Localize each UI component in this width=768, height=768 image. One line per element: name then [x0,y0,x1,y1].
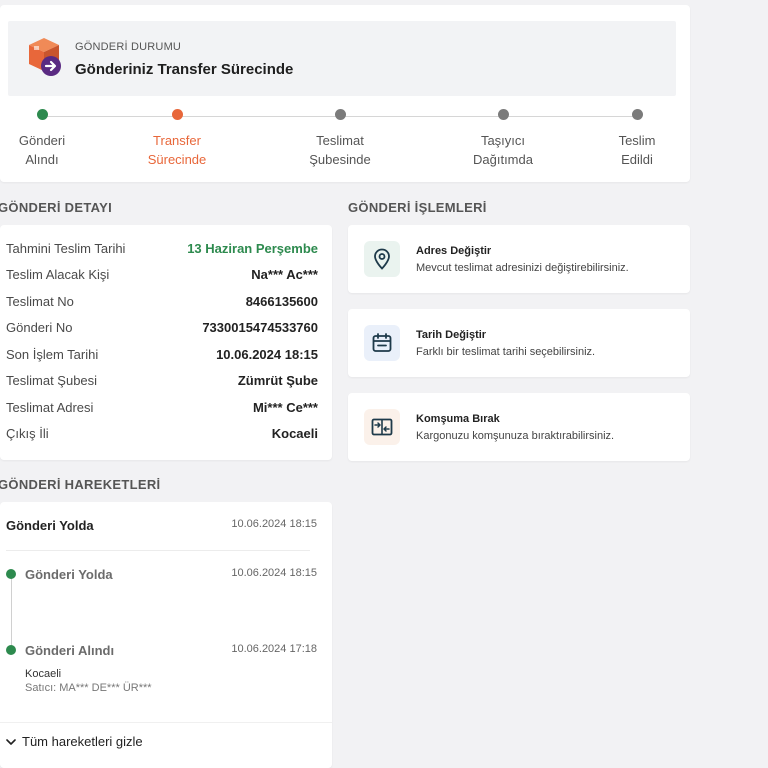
latest-move-title: Gönderi Yolda [6,518,94,533]
action-icon-box [364,409,400,445]
detail-value: 10.06.2024 18:15 [216,347,318,362]
detail-row: Son İşlem Tarihi 10.06.2024 18:15 [6,347,318,365]
detail-row: Teslimat No 8466135600 [6,294,318,312]
action-desc: Kargonuzu komşunuza bıraktırabilirsiniz. [416,430,615,442]
detail-value: 7330015474533760 [202,320,318,335]
action-title: Tarih Değiştir [416,329,487,341]
detail-value: Kocaeli [271,426,318,441]
detail-row: Teslimat Şubesi Zümrüt Şube [6,373,318,391]
detail-value: Na*** Ac*** [251,267,318,282]
shipment-status-card: GÖNDERİ DURUMU Gönderiniz Transfer Sürec… [0,5,690,182]
latest-move-time: 10.06.2024 18:15 [231,518,317,530]
detail-card: Tahmini Teslim Tarihi 13 Haziran Perşemb… [0,225,332,460]
detail-key: Teslimat Şubesi [6,373,98,388]
detail-key: Teslimat No [6,294,74,309]
step-delivered: Teslim Edildi [572,109,702,169]
detail-key: Son İşlem Tarihi [6,347,99,362]
detail-key: Çıkış İli [6,426,49,441]
detail-key: Tahmini Teslim Tarihi [6,241,126,256]
leave-with-neighbor-button[interactable]: Komşuma Bırak Kargonuzu komşunuza bırakt… [348,393,690,461]
status-heading: Gönderiniz Transfer Sürecinde [75,61,294,78]
step-label: Transfer Sürecinde [147,133,207,167]
action-title: Komşuma Bırak [416,413,500,425]
action-desc: Mevcut teslimat adresinizi değiştirebili… [416,262,629,274]
detail-key: Teslimat Adresi [6,400,94,415]
step-dot [36,109,48,120]
neighbor-swap-icon [371,418,393,436]
move-seller: Satıcı: MA*** DE*** ÜR*** [25,682,152,694]
divider [6,550,310,551]
move-time: 10.06.2024 18:15 [231,567,317,579]
step-label: Teslimat Şubesinde [309,133,371,167]
change-address-button[interactable]: Adres Değiştir Mevcut teslimat adresiniz… [348,225,690,293]
status-caption: GÖNDERİ DURUMU [75,41,182,53]
box-arrow-icon [29,38,61,76]
step-dot [631,109,643,120]
move-title: Gönderi Alındı [25,643,115,658]
timeline-line [11,576,12,650]
toggle-label: Tüm hareketleri gizle [22,734,143,749]
detail-row: Tahmini Teslim Tarihi 13 Haziran Perşemb… [6,241,318,259]
detail-value: Mi*** Ce*** [252,400,318,415]
timeline-dot [6,569,16,579]
step-branch: Teslimat Şubesinde [275,109,405,169]
move-time: 10.06.2024 17:18 [231,643,317,655]
location-pin-icon [374,248,390,270]
detail-value: 8466135600 [245,294,318,309]
divider [0,722,332,723]
step-label: Gönderi Alındı [18,133,66,167]
step-label: Teslim Edildi [618,133,656,167]
detail-value: 13 Haziran Perşembe [187,241,318,256]
step-dot [334,109,346,120]
action-icon-box [364,241,400,277]
detail-value: Zümrüt Şube [237,373,318,388]
action-desc: Farklı bir teslimat tarihi seçebilirsini… [416,346,596,358]
move-location: Kocaeli [25,668,62,680]
step-label: Taşıyıcı Dağıtımda [473,133,533,167]
step-dot [497,109,509,120]
step-transfer: Transfer Sürecinde [112,109,242,169]
step-received: Gönderi Alındı [0,109,107,169]
chevron-down-icon [6,735,16,749]
hide-all-moves-toggle[interactable]: Tüm hareketleri gizle [6,734,143,749]
change-date-button[interactable]: Tarih Değiştir Farklı bir teslimat tarih… [348,309,690,377]
action-title: Adres Değiştir [416,245,492,257]
detail-row: Teslim Alacak Kişi Na*** Ac*** [6,267,318,285]
moves-card: Gönderi Yolda 10.06.2024 18:15 Gönderi Y… [0,502,332,768]
step-dot [171,109,183,120]
moves-section-title: GÖNDERİ HAREKETLERİ [0,477,161,492]
status-banner: GÖNDERİ DURUMU Gönderiniz Transfer Sürec… [8,21,676,96]
detail-section-title: GÖNDERİ DETAYI [0,200,112,215]
actions-section-title: GÖNDERİ İŞLEMLERİ [348,200,487,215]
move-title: Gönderi Yolda [25,567,113,582]
detail-key: Teslim Alacak Kişi [6,267,110,282]
detail-row: Gönderi No 7330015474533760 [6,320,318,338]
detail-row: Teslimat Adresi Mi*** Ce*** [6,400,318,418]
calendar-icon [372,333,392,352]
detail-key: Gönderi No [6,320,73,335]
step-carrier: Taşıyıcı Dağıtımda [438,109,568,169]
detail-row: Çıkış İli Kocaeli [6,426,318,444]
action-icon-box [364,325,400,361]
timeline-dot [6,645,16,655]
